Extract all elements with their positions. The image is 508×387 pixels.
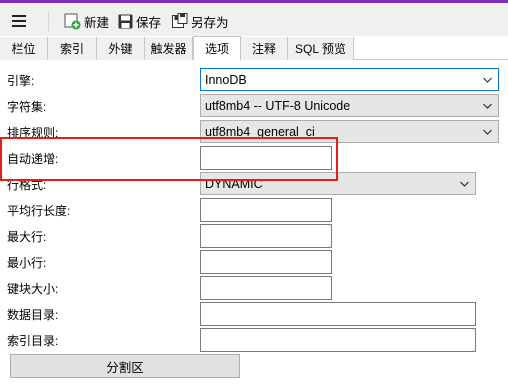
- tab-indexes[interactable]: 索引: [48, 37, 97, 60]
- charset-label: 字符集:: [7, 100, 47, 114]
- toolbar: 新建 保存 另存为: [0, 3, 508, 36]
- data-directory-input[interactable]: [200, 302, 476, 326]
- chevron-down-icon: [483, 129, 492, 135]
- toolbar-separator: [48, 11, 49, 31]
- chevron-down-icon: [460, 181, 469, 187]
- menu-icon: [12, 15, 26, 27]
- key-block-size-label: 键块大小:: [7, 282, 59, 296]
- save-button[interactable]: 保存: [118, 12, 161, 30]
- engine-value: InnoDB: [205, 72, 247, 87]
- tab-foreign-keys[interactable]: 外键: [97, 37, 145, 60]
- options-panel: 引擎: InnoDB 字符集: utf8mb4 -- UTF-8 Unicode…: [0, 61, 508, 387]
- new-button[interactable]: 新建: [64, 12, 109, 30]
- engine-label: 引擎:: [7, 74, 35, 88]
- tab-strip: 栏位 索引 外键 触发器 选项 注释 SQL 预览: [0, 36, 508, 61]
- save-as-icon: [172, 13, 188, 28]
- save-icon: [118, 14, 133, 28]
- charset-select[interactable]: utf8mb4 -- UTF-8 Unicode: [200, 94, 499, 117]
- chevron-down-icon: [483, 103, 492, 109]
- max-rows-input[interactable]: [200, 224, 332, 248]
- tab-sql-preview[interactable]: SQL 预览: [288, 37, 354, 60]
- tab-comment[interactable]: 注释: [241, 37, 288, 60]
- new-button-label: 新建: [84, 15, 110, 30]
- chevron-down-icon: [483, 77, 492, 83]
- save-as-button-label: 另存为: [191, 15, 229, 30]
- min-rows-label: 最小行:: [7, 256, 47, 270]
- menu-button[interactable]: [6, 9, 32, 33]
- save-button-label: 保存: [136, 15, 162, 30]
- new-icon: [64, 13, 81, 29]
- index-directory-input[interactable]: [200, 328, 476, 352]
- avg-row-length-input[interactable]: [200, 198, 332, 222]
- engine-select[interactable]: InnoDB: [200, 68, 499, 91]
- min-rows-input[interactable]: [200, 250, 332, 274]
- tab-options[interactable]: 选项: [193, 36, 241, 61]
- partition-button[interactable]: 分割区: [10, 354, 240, 378]
- tab-triggers[interactable]: 触发器: [145, 37, 193, 60]
- max-rows-label: 最大行:: [7, 230, 47, 244]
- charset-value: utf8mb4 -- UTF-8 Unicode: [205, 98, 351, 113]
- tab-columns[interactable]: 栏位: [0, 37, 48, 60]
- index-directory-label: 索引目录:: [7, 334, 59, 348]
- highlight-box: [0, 137, 338, 181]
- data-directory-label: 数据目录:: [7, 308, 59, 322]
- save-as-button[interactable]: 另存为: [172, 12, 229, 30]
- avg-row-length-label: 平均行长度:: [7, 204, 71, 218]
- key-block-size-input[interactable]: [200, 276, 332, 300]
